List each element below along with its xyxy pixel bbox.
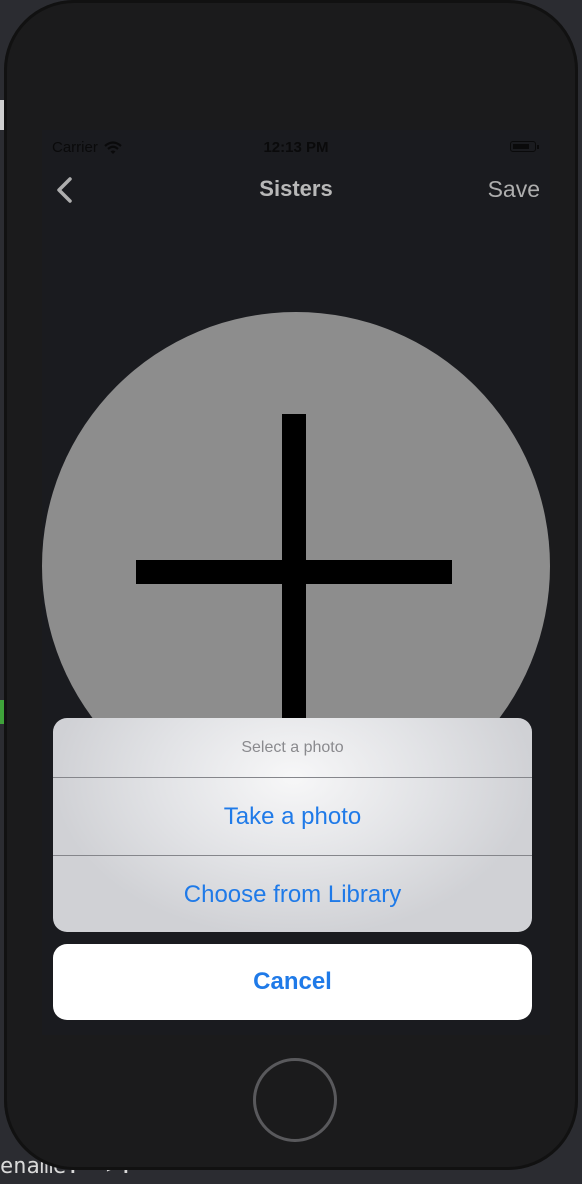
choose-from-library-button[interactable]: Choose from Library — [53, 856, 532, 932]
action-sheet-title: Select a photo — [53, 718, 532, 778]
home-button[interactable] — [253, 1058, 337, 1142]
cancel-button[interactable]: Cancel — [53, 944, 532, 1020]
action-sheet: Select a photo Take a photo Choose from … — [53, 718, 532, 932]
take-photo-button[interactable]: Take a photo — [53, 778, 532, 856]
